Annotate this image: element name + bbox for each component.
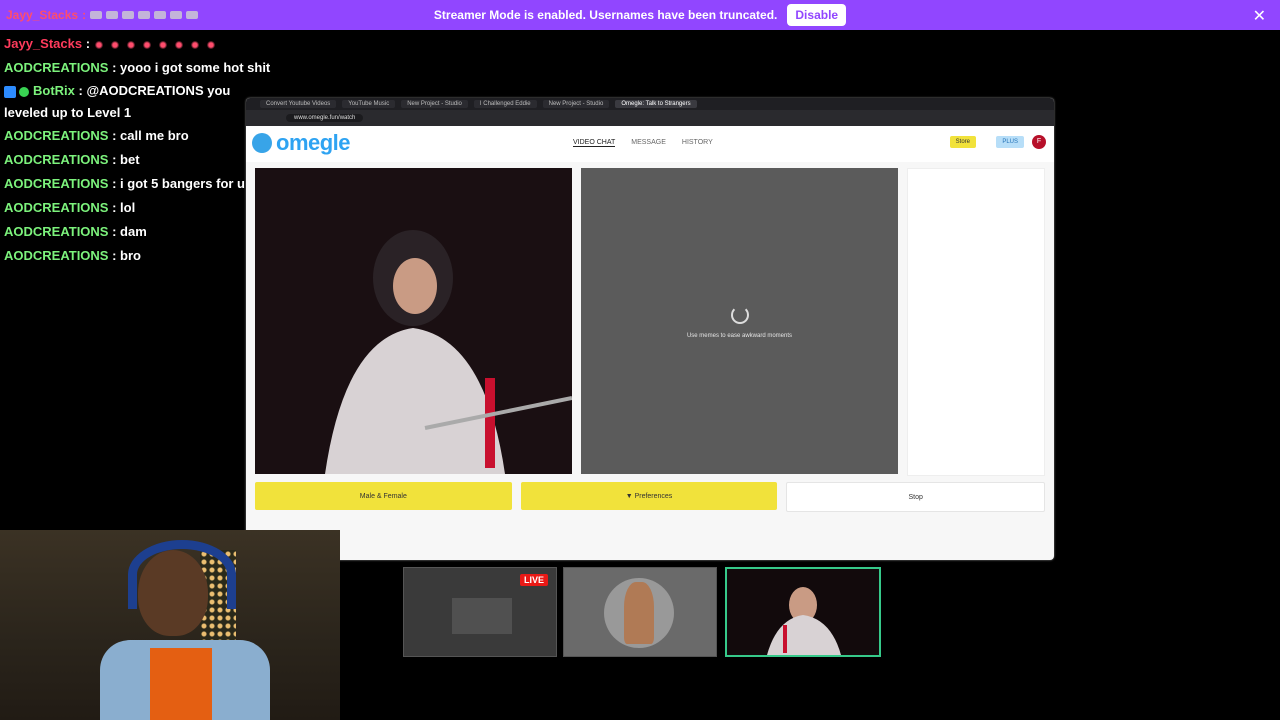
chat-separator: : (108, 176, 121, 191)
thumbnail-preview (452, 598, 512, 634)
emote-icon (125, 39, 136, 50)
nav-message[interactable]: MESSAGE (631, 139, 666, 147)
chat-separator: : (108, 60, 121, 75)
plus-button[interactable]: PLUS (996, 136, 1024, 148)
browser-window: Convert Youtube Videos YouTube Music New… (246, 98, 1054, 560)
verified-icon (19, 86, 29, 97)
chat-username: Jayy_Stacks (4, 36, 83, 51)
chat-message: AODCREATIONS : yooo i got some hot shit (4, 56, 270, 80)
chat-separator: : (108, 248, 121, 263)
emote-icon (141, 39, 152, 50)
chat-text: call me bro (120, 128, 189, 143)
browser-tab[interactable]: Convert Youtube Videos (260, 100, 337, 108)
person-video-icon (727, 569, 879, 655)
filter-icon: ▼ (625, 492, 635, 500)
banner-message: Streamer Mode is enabled. Usernames have… (433, 8, 778, 22)
emote-row (93, 39, 216, 50)
chat-separator: : (108, 224, 121, 239)
chat-username: AODCREATIONS (4, 152, 109, 167)
headphones-icon (128, 540, 236, 609)
live-badge: LIVE (519, 574, 548, 586)
streamer-shirt (150, 648, 212, 720)
preferences-label: Preferences (634, 492, 673, 500)
nav-history[interactable]: HISTORY (682, 139, 713, 147)
control-buttons: Male & Female ▼ Preferences Stop (255, 482, 1046, 512)
omegle-logo[interactable]: omegle (252, 130, 351, 156)
chat-message: AODCREATIONS : bet (4, 148, 254, 172)
thumbnail-figure (624, 582, 654, 644)
chat-message: BotRix : @AODCREATIONS you leveled up to… (4, 80, 254, 124)
chat-message: AODCREATIONS : lol (4, 196, 254, 220)
close-icon[interactable]: ✕ (1253, 6, 1266, 26)
streamer-mode-banner: Jayy_Stacks : Streamer Mode is enabled. … (0, 0, 1280, 30)
browser-tab[interactable]: New Project - Studio (542, 100, 610, 108)
chat-text: bet (120, 152, 140, 167)
url-field[interactable]: www.omegle.fun/watch (286, 114, 364, 122)
chat-overlay: Jayy_Stacks : AODCREATIONS : yooo i got … (4, 32, 270, 268)
chat-username: AODCREATIONS (4, 176, 109, 191)
chat-separator: : (82, 36, 94, 51)
nav-video-chat[interactable]: VIDEO CHAT (573, 139, 616, 147)
chat-text: i got 5 bangers for u (120, 176, 246, 191)
preferences-button[interactable]: ▼ Preferences (520, 482, 778, 510)
omegle-nav: VIDEO CHAT MESSAGE HISTORY (573, 139, 713, 147)
chat-username: AODCREATIONS (4, 60, 109, 75)
emote-icon (157, 39, 168, 50)
logo-icon (252, 133, 272, 153)
omegle-header: omegle VIDEO CHAT MESSAGE HISTORY Store … (246, 126, 1054, 162)
loading-spinner-icon (731, 306, 749, 324)
thumbnail-live[interactable]: LIVE (403, 567, 557, 657)
text-chat-panel[interactable] (907, 168, 1045, 476)
chat-text: bro (120, 248, 141, 263)
loading-text: Use memes to ease awkward moments (686, 333, 793, 339)
address-bar: www.omegle.fun/watch (246, 110, 1054, 126)
store-button[interactable]: Store (949, 136, 976, 148)
avatar[interactable]: F (1032, 135, 1046, 149)
bot-badge-icon (4, 85, 16, 98)
chat-username: AODCREATIONS (4, 200, 109, 215)
chat-separator: : (74, 83, 87, 98)
thumbnail-person[interactable] (563, 567, 717, 657)
browser-tab[interactable]: New Project - Studio (401, 100, 468, 108)
stop-button[interactable]: Stop (786, 482, 1046, 512)
emote-icon (93, 39, 104, 50)
emote-icon (205, 39, 216, 50)
chat-message: AODCREATIONS : dam (4, 220, 254, 244)
browser-tab-active[interactable]: Omegle: Talk to Strangers (615, 100, 697, 108)
chat-message: AODCREATIONS : i got 5 bangers for u (4, 172, 254, 196)
emote-icon (109, 39, 120, 50)
chat-username: AODCREATIONS (4, 128, 109, 143)
chat-username: AODCREATIONS (4, 224, 109, 239)
chat-message: AODCREATIONS : bro (4, 244, 254, 268)
chat-text: lol (120, 200, 136, 215)
emote-icon (189, 39, 200, 50)
chat-separator: : (108, 200, 121, 215)
person-video-icon (255, 168, 572, 474)
logo-text: omegle (276, 130, 351, 155)
gender-filter-button[interactable]: Male & Female (255, 482, 512, 510)
stranger-video: Use memes to ease awkward moments (581, 168, 898, 474)
browser-tab[interactable]: YouTube Music (342, 100, 396, 108)
chat-separator: : (108, 152, 121, 167)
streamer-webcam (0, 530, 340, 720)
thumbnail-selected[interactable] (725, 567, 881, 657)
chat-text: yooo i got some hot shit (120, 60, 271, 75)
chat-username: AODCREATIONS (4, 248, 109, 263)
chat-text: dam (120, 224, 147, 239)
chat-message: Jayy_Stacks : (4, 32, 254, 56)
chat-username: BotRix (33, 83, 75, 98)
tab-bar: Convert Youtube Videos YouTube Music New… (246, 98, 1054, 110)
chat-message: AODCREATIONS : call me bro (4, 124, 254, 148)
chat-separator: : (108, 128, 121, 143)
self-video (255, 168, 572, 474)
disable-button[interactable]: Disable (787, 4, 847, 26)
browser-tab[interactable]: I Challenged Eddie (473, 100, 537, 108)
emote-icon (173, 39, 184, 50)
